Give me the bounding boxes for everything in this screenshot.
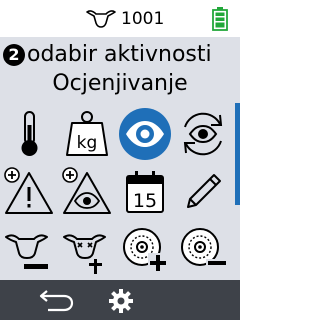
cow-dead-icon <box>63 234 106 274</box>
calendar-icon: 15 <box>126 171 164 213</box>
cow-head-icon <box>86 10 116 28</box>
activity-temperature[interactable] <box>2 107 56 161</box>
back-arrow-icon[interactable] <box>34 288 74 312</box>
eye-refresh-icon <box>183 112 223 156</box>
status-bar: 1001 <box>0 0 240 37</box>
cow-remove-icon <box>5 234 48 269</box>
tag-add-icon <box>123 228 168 273</box>
activity-animal-death[interactable] <box>60 223 114 277</box>
activity-remove-animal[interactable] <box>2 223 56 277</box>
activity-selection-panel: 2 odabir aktivnosti Ocjenjivanje kg 15 <box>0 37 240 280</box>
activity-remove-tag[interactable] <box>176 223 230 277</box>
battery-full-icon <box>212 7 228 31</box>
eye-icon <box>119 108 171 160</box>
tag-remove-icon <box>181 228 228 267</box>
warning-add-icon <box>4 167 53 214</box>
animal-id: 1001 <box>121 9 165 29</box>
svg-text:15: 15 <box>133 190 157 212</box>
step-badge: 2 <box>3 44 25 66</box>
activity-edit[interactable] <box>176 165 230 219</box>
activity-reobservation[interactable] <box>176 107 230 161</box>
activity-weight[interactable]: kg <box>60 107 114 161</box>
weight-kg-icon: kg <box>66 111 108 156</box>
svg-text:kg: kg <box>77 133 98 153</box>
bottom-bar <box>0 280 240 320</box>
page-title: 2 odabir aktivnosti <box>3 40 212 70</box>
pencil-icon <box>187 174 221 208</box>
page-subtitle: Ocjenjivanje <box>52 71 188 96</box>
title-text: odabir aktivnosti <box>27 42 212 67</box>
activity-add-tag[interactable] <box>118 223 172 277</box>
activity-calendar[interactable]: 15 <box>118 165 172 219</box>
activity-add-alert[interactable] <box>2 165 56 219</box>
gear-icon[interactable] <box>108 288 134 314</box>
scrollbar[interactable] <box>235 103 240 205</box>
eye-warning-add-icon <box>62 167 111 214</box>
activity-add-observation-alert[interactable] <box>60 165 114 219</box>
activity-observation[interactable] <box>118 107 172 161</box>
thermometer-icon <box>21 111 38 156</box>
